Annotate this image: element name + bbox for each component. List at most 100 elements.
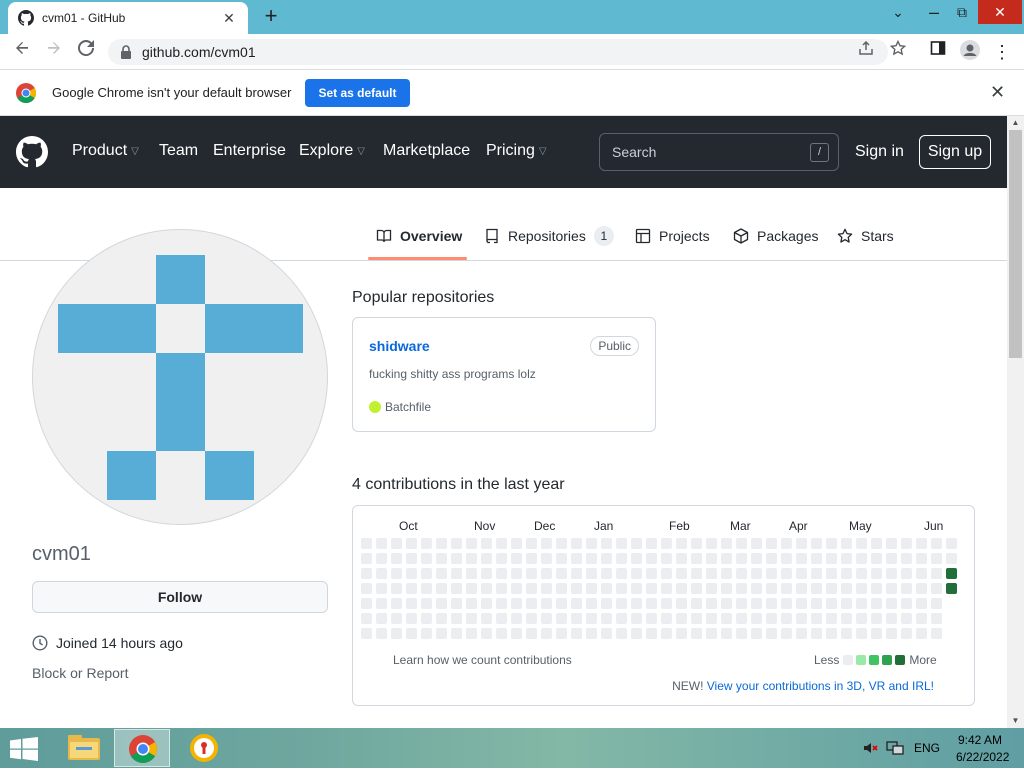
contribution-day[interactable]: [676, 568, 687, 579]
contribution-day[interactable]: [901, 568, 912, 579]
contribution-day[interactable]: [571, 583, 582, 594]
contribution-day[interactable]: [436, 598, 447, 609]
contribution-day[interactable]: [436, 628, 447, 639]
contribution-day[interactable]: [721, 613, 732, 624]
contribution-day[interactable]: [646, 628, 657, 639]
contribution-day[interactable]: [541, 598, 552, 609]
contribution-day[interactable]: [871, 613, 882, 624]
contribution-day[interactable]: [481, 628, 492, 639]
contribution-day[interactable]: [451, 613, 462, 624]
contribution-day[interactable]: [616, 538, 627, 549]
contribution-day[interactable]: [451, 553, 462, 564]
contribution-day[interactable]: [796, 598, 807, 609]
contribution-day[interactable]: [436, 538, 447, 549]
scroll-thumb[interactable]: [1009, 130, 1022, 358]
follow-button[interactable]: Follow: [32, 581, 328, 613]
contribution-day[interactable]: [706, 538, 717, 549]
contribution-day[interactable]: [361, 538, 372, 549]
contribution-day[interactable]: [586, 613, 597, 624]
learn-contributions-link[interactable]: Learn how we count contributions: [393, 653, 572, 667]
tab-close-icon[interactable]: ✕: [220, 10, 238, 27]
contribution-day[interactable]: [421, 583, 432, 594]
contribution-day[interactable]: [361, 628, 372, 639]
contribution-day[interactable]: [361, 583, 372, 594]
contribution-day[interactable]: [811, 583, 822, 594]
contribution-day[interactable]: [721, 598, 732, 609]
contribution-day[interactable]: [721, 553, 732, 564]
contribution-day[interactable]: [376, 628, 387, 639]
contribution-day[interactable]: [661, 613, 672, 624]
contribution-day[interactable]: [556, 568, 567, 579]
contribution-day[interactable]: [406, 598, 417, 609]
contribution-day[interactable]: [841, 613, 852, 624]
contributions-3d-link[interactable]: View your contributions in 3D, VR and IR…: [707, 679, 934, 693]
contribution-day[interactable]: [676, 553, 687, 564]
contribution-day[interactable]: [376, 583, 387, 594]
block-report-link[interactable]: Block or Report: [32, 665, 128, 681]
contribution-day[interactable]: [781, 613, 792, 624]
contribution-day[interactable]: [361, 553, 372, 564]
contribution-day[interactable]: [661, 598, 672, 609]
address-bar[interactable]: github.com/cvm01: [108, 39, 888, 65]
bookmark-star-icon[interactable]: [886, 39, 910, 64]
contribution-day[interactable]: [796, 613, 807, 624]
contribution-day[interactable]: [781, 538, 792, 549]
contribution-day[interactable]: [571, 613, 582, 624]
contribution-day[interactable]: [766, 628, 777, 639]
contribution-day[interactable]: [556, 628, 567, 639]
contribution-day[interactable]: [376, 598, 387, 609]
contribution-day[interactable]: [586, 598, 597, 609]
contribution-day[interactable]: [811, 553, 822, 564]
contribution-day[interactable]: [796, 583, 807, 594]
maximize-icon[interactable]: ⧉: [944, 0, 980, 24]
contribution-day[interactable]: [856, 628, 867, 639]
contribution-day[interactable]: [901, 583, 912, 594]
contribution-day[interactable]: [421, 598, 432, 609]
contribution-day[interactable]: [826, 568, 837, 579]
contribution-day[interactable]: [931, 568, 942, 579]
contribution-day[interactable]: [856, 553, 867, 564]
contribution-day[interactable]: [676, 538, 687, 549]
file-explorer-taskbar-icon[interactable]: [56, 729, 112, 767]
contribution-day[interactable]: [691, 613, 702, 624]
contribution-day[interactable]: [481, 583, 492, 594]
contribution-day[interactable]: [466, 583, 477, 594]
contribution-day[interactable]: [871, 568, 882, 579]
contribution-day[interactable]: [556, 553, 567, 564]
contribution-day[interactable]: [556, 613, 567, 624]
contribution-day[interactable]: [466, 568, 477, 579]
contribution-day[interactable]: [646, 538, 657, 549]
contribution-day[interactable]: [631, 553, 642, 564]
contribution-day[interactable]: [901, 598, 912, 609]
tab-overview[interactable]: Overview: [376, 224, 462, 248]
contribution-day[interactable]: [451, 598, 462, 609]
contribution-day[interactable]: [436, 613, 447, 624]
windows-start-icon[interactable]: [10, 737, 38, 761]
contribution-day[interactable]: [421, 538, 432, 549]
contribution-day[interactable]: [496, 598, 507, 609]
contribution-day[interactable]: [886, 553, 897, 564]
scroll-down-icon[interactable]: ▼: [1007, 714, 1024, 728]
contribution-day[interactable]: [676, 613, 687, 624]
contribution-day[interactable]: [901, 613, 912, 624]
contribution-day[interactable]: [706, 553, 717, 564]
contribution-day[interactable]: [421, 613, 432, 624]
nav-team[interactable]: Team: [159, 142, 198, 160]
contribution-day[interactable]: [436, 553, 447, 564]
contribution-day[interactable]: [841, 553, 852, 564]
contribution-day[interactable]: [931, 613, 942, 624]
contribution-day[interactable]: [826, 538, 837, 549]
nav-marketplace[interactable]: Marketplace: [383, 142, 470, 160]
contribution-day[interactable]: [751, 613, 762, 624]
nav-explore[interactable]: Explore ▽: [299, 142, 365, 160]
contribution-day[interactable]: [511, 613, 522, 624]
contribution-day[interactable]: [751, 553, 762, 564]
contribution-day[interactable]: [931, 598, 942, 609]
contribution-day[interactable]: [736, 553, 747, 564]
contribution-day[interactable]: [811, 628, 822, 639]
contribution-day[interactable]: [661, 538, 672, 549]
contribution-day[interactable]: [646, 553, 657, 564]
contribution-day[interactable]: [496, 538, 507, 549]
infobar-close-icon[interactable]: ✕: [990, 82, 1005, 103]
contribution-day[interactable]: [676, 628, 687, 639]
